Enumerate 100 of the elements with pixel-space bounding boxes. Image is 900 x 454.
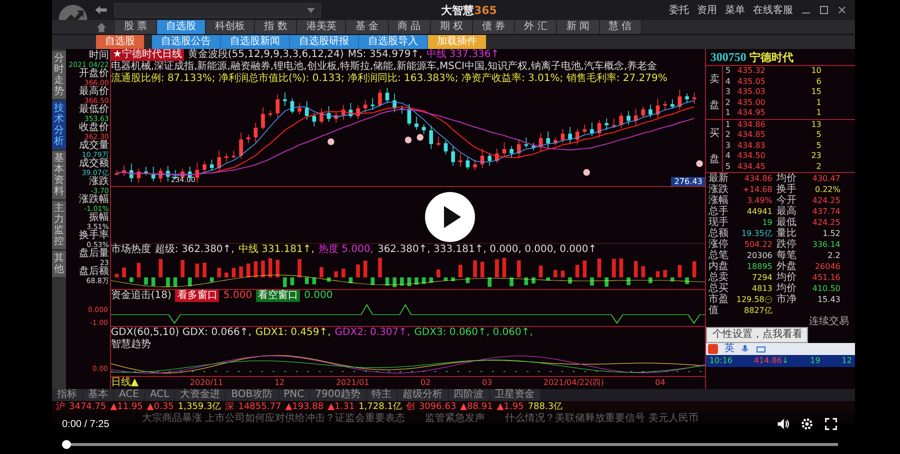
chart-header-text: MS: 354.979↑, (348, 49, 422, 60)
book-price: 434.95 (737, 108, 766, 118)
ime-toolbar[interactable]: 英 (706, 343, 855, 355)
book-price: 434.85 (737, 130, 766, 140)
menu-link[interactable]: 委托 (669, 3, 689, 17)
book-volume: 23 (810, 151, 822, 162)
quote-label: 收盘价 (78, 123, 109, 133)
nav-tab[interactable]: 期 权 (430, 20, 473, 34)
stat-label: 内盘 (708, 261, 730, 272)
indicator-header-text: GDX1: 0.459↑, (255, 326, 331, 339)
stat-value: 15.43 (816, 294, 842, 305)
indicator-tab[interactable]: 大资金进 (175, 389, 226, 401)
stat-label: 市净 (776, 294, 798, 305)
volume-icon[interactable] (776, 417, 790, 431)
indicator-tab[interactable]: 卫星资金 (490, 389, 540, 401)
quote-label: 盘后量 (78, 249, 109, 259)
side-tab[interactable]: 其他 (52, 251, 66, 277)
nav-tab[interactable]: 外 汇 (515, 20, 558, 34)
indicator-tab[interactable]: 特主 (366, 389, 397, 401)
period-label[interactable]: 日线▲ (110, 376, 139, 389)
indicator-header-text: 看空窗口 (256, 290, 300, 302)
nav-tab[interactable]: 指 数 (255, 20, 298, 34)
quote-label: 最高价 (78, 87, 109, 97)
nav-tab[interactable]: 股 票 (115, 20, 158, 34)
maximize-icon[interactable] (819, 5, 829, 15)
sub-tab[interactable]: 自选股 (96, 35, 144, 49)
stat-label: 涨幅 (708, 195, 730, 206)
indicator-tab[interactable]: BOB攻防 (226, 389, 278, 401)
stat-label: 值 (708, 305, 720, 316)
stat-label: 最新 (708, 173, 730, 184)
nav-tab[interactable]: 新 闻 (557, 20, 600, 34)
menu-link[interactable]: 资用 (697, 3, 717, 17)
indicator-tab[interactable]: PNC (278, 389, 310, 401)
sub-tab[interactable]: 自选股新闻 (221, 35, 290, 49)
book-price: 434.45 (737, 162, 766, 172)
stat-label: 量比 (776, 228, 798, 239)
ime-mode[interactable]: 英 (724, 343, 734, 355)
sub-tab[interactable]: 自选股导入 (359, 35, 428, 49)
progress-handle[interactable] (62, 440, 71, 449)
stat-value: 410.50 (811, 283, 842, 294)
indicator-tab[interactable]: 四阶波 (448, 389, 489, 401)
nav-tab[interactable]: 债 券 (472, 20, 516, 34)
side-tab[interactable]: 基本资料 (52, 151, 66, 199)
side-tab[interactable]: 分时走势 (52, 51, 66, 99)
menu-link[interactable]: 菜单 (725, 3, 745, 17)
indicator-tab[interactable]: 指标 (52, 389, 82, 401)
nav-tab[interactable]: 基 金 (346, 20, 389, 34)
stat-value: 8827亿 (743, 305, 774, 316)
ime-logo-icon (708, 344, 718, 354)
stat-label: 每笔 (776, 250, 798, 261)
ticker-text: ▲88.91 (460, 401, 493, 413)
stat-label: 涨跌 (708, 184, 730, 195)
nav-tab[interactable]: 科创板 (206, 20, 256, 34)
dropdown-icon[interactable] (307, 8, 315, 12)
sub-tab[interactable]: 自选股研报 (290, 35, 359, 49)
nav-tab[interactable]: 慧 信 (600, 20, 642, 34)
stat-value: 4813 (751, 283, 774, 294)
book-price: 434.83 (737, 140, 766, 151)
side-tab[interactable]: 主力监控 (52, 201, 66, 249)
indicator-tab[interactable]: 基本 (83, 389, 113, 401)
stat-label: 总额 (708, 228, 730, 239)
sub-tab[interactable]: 自选股公告 (152, 35, 221, 49)
close-icon[interactable] (837, 5, 847, 15)
date-label: 04 (655, 376, 666, 389)
settings-icon[interactable] (800, 417, 814, 431)
menu-link[interactable]: 在线客服 (753, 3, 793, 17)
indicator-tab[interactable]: ACE (114, 389, 144, 401)
book-volume: 5 (815, 130, 822, 140)
quote-label: 最低价 (78, 105, 109, 115)
book-rank: 4 (725, 151, 732, 162)
ticker-text: 沪 (56, 401, 65, 413)
ticker-text: 创 (406, 401, 415, 413)
stat-value: 0.22% (814, 184, 842, 195)
stat-value: 129.58㊀ (735, 294, 774, 305)
fundamentals-text: 流通股比例: 87.133%; 净利润总市值比(%): 0.133; 净利润同比: 163.383%; 净资产收益率: 3.01%; 销售毛利率: 27.279% (110, 73, 668, 85)
indicator-header-text: GDX3: 0.060↑, 0.060↑, (414, 326, 533, 339)
indicator-title: 智慧趋势 (110, 338, 151, 351)
ticker-text: ▲1.31 (328, 401, 355, 413)
nav-tab[interactable]: 商 品 (388, 20, 431, 34)
book-side-label: 买 (709, 126, 720, 140)
stat-value: 437.74 (811, 206, 842, 217)
book-price: 434.86 (737, 120, 766, 130)
indicator-tab[interactable]: 7900趋势 (310, 389, 366, 401)
stat-label: 今开 (776, 195, 798, 206)
nav-tab[interactable]: 港美英 (297, 20, 346, 34)
video-progress-bar[interactable] (62, 440, 838, 449)
stat-value: 1.52 (822, 228, 842, 239)
back-arrow-icon[interactable] (94, 5, 108, 15)
keyboard-icon[interactable] (756, 344, 766, 354)
book-rank: 1 (725, 108, 732, 118)
fullscreen-icon[interactable] (824, 417, 838, 431)
side-tab[interactable]: 技术分析 (52, 101, 66, 149)
indicator-tab[interactable]: 超级分析 (398, 389, 448, 401)
play-button[interactable] (425, 192, 475, 242)
stat-value: 504.22 (743, 239, 774, 250)
news-headline[interactable]: 监管紧急发声 (425, 413, 486, 424)
mic-icon[interactable] (740, 344, 750, 354)
nav-tab[interactable]: 自选股 (157, 20, 206, 34)
home-icon[interactable] (96, 22, 107, 32)
indicator-tab[interactable]: ACL (144, 389, 174, 401)
